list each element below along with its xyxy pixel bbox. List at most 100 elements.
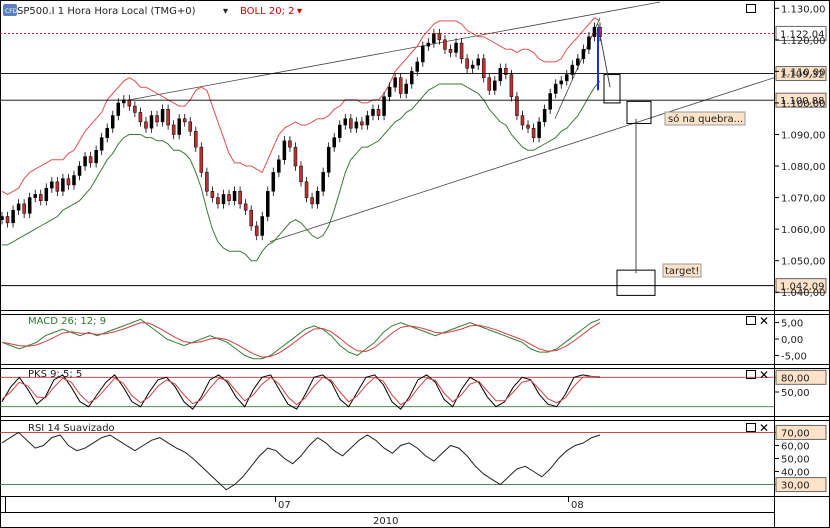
candle-body (520, 115, 525, 126)
chart-frame (0, 0, 830, 528)
candle-body (266, 191, 270, 217)
price-header[interactable]: CFD SP500.I 1 Hora Hora Local (TMG+0) ▾ … (3, 4, 302, 17)
candle-body (133, 105, 137, 113)
candle-body (509, 74, 514, 97)
annotation-quebra[interactable]: só na quebra... (668, 113, 743, 125)
macd-label[interactable]: MACD 26; 12; 9 (28, 316, 106, 327)
candle-body (304, 181, 309, 198)
candle-body (443, 39, 447, 50)
boll-label[interactable]: BOLL 20; 2 (240, 6, 295, 17)
price-ytick-label: 1.050,00 (781, 257, 826, 268)
symbol-dropdown-icon[interactable]: ▾ (223, 6, 228, 17)
price-ytick-label: 1.060,00 (781, 225, 826, 236)
candle-body (33, 194, 37, 198)
candle-body (277, 159, 281, 173)
price-ytick-label: 1.080,00 (781, 162, 826, 173)
candle-body (432, 33, 436, 44)
price-ytick-label: 1.090,00 (781, 130, 826, 141)
price-ytick-label: 1.040,00 (781, 288, 826, 299)
price-ytick-label: 1.110,00 (781, 67, 826, 78)
candle-body (282, 140, 287, 160)
candle-body (116, 102, 121, 116)
candle-body (110, 115, 115, 129)
rsi-ytick-label: 50,00 (781, 455, 810, 466)
annotation-target[interactable]: target! (665, 266, 699, 277)
candle-body (22, 203, 26, 214)
candle-body (94, 150, 98, 164)
candle-body (515, 96, 519, 116)
candle-body (343, 118, 348, 126)
candle-body (470, 64, 475, 69)
rsi-ytick-label: 60,00 (781, 441, 810, 452)
symbol-label[interactable]: SP500.I 1 Hora Hora Local (TMG+0) (17, 6, 196, 17)
candle-body (326, 146, 331, 173)
candle-body (493, 80, 497, 91)
candle-body (415, 61, 420, 72)
stoch-close-icon[interactable]: ✕ (759, 368, 769, 382)
candle-body (404, 83, 408, 94)
candle-body (216, 197, 220, 205)
pks-label[interactable]: PKS 9; 5; 5 (28, 369, 82, 380)
candle-body (182, 118, 187, 123)
candle-body (44, 187, 49, 201)
rsi-label[interactable]: RSI 14 Suavizado (28, 423, 115, 434)
candle-body (459, 42, 464, 60)
candle-body (437, 33, 442, 41)
candle-body (426, 42, 431, 47)
candle-body (39, 194, 43, 201)
boll-dropdown-icon[interactable]: ▾ (297, 6, 302, 17)
candle-body (315, 191, 320, 205)
price-ytick-label: 1.100,00 (781, 99, 826, 110)
candle-body (565, 74, 569, 82)
candle-body (166, 109, 170, 126)
candle-body (194, 131, 198, 148)
candle-body (88, 156, 93, 164)
candle-body (387, 86, 392, 97)
candle-body (393, 77, 397, 88)
candle-body (249, 209, 253, 227)
candle-body (138, 112, 143, 123)
candle-body (421, 45, 425, 63)
stoch-ytick-label: 80,00 (781, 373, 810, 384)
candle-body (160, 109, 165, 123)
candle-body (27, 197, 32, 214)
candle-body (365, 115, 370, 126)
rsi-ytick-label: 70,00 (781, 428, 810, 439)
candle-body (271, 172, 276, 192)
candle-body (382, 96, 386, 116)
candle-body (310, 197, 314, 205)
candle-body (232, 191, 237, 201)
macd-ytick-label: -5,00 (781, 351, 807, 362)
candle-body (293, 146, 298, 167)
candle-body (227, 194, 231, 201)
price-ytick-label: 1.120,00 (781, 36, 826, 47)
rsi-close-icon[interactable]: ✕ (759, 421, 769, 435)
candle-body (526, 124, 530, 129)
cfd-icon-text: CFD (5, 8, 18, 15)
macd-close-icon[interactable]: ✕ (759, 314, 769, 328)
candle-body (127, 99, 132, 107)
candle-body (498, 67, 503, 82)
candle-body (83, 156, 87, 167)
candle-body (454, 42, 458, 53)
chart-canvas: 1.122,041.109,321.100,881.042,091.130,00… (0, 0, 830, 528)
candle-body (299, 165, 303, 183)
candle-body (50, 181, 54, 189)
candle-body (221, 194, 226, 205)
candle-body (360, 121, 364, 126)
candle-body (205, 172, 209, 192)
candle-body (332, 137, 336, 148)
candle-body (531, 127, 536, 138)
candle-body (398, 77, 403, 94)
candle-body (171, 124, 176, 135)
candle-body (338, 124, 342, 138)
candle-body (199, 146, 204, 173)
candle-body (55, 181, 60, 192)
price-ytick-label: 1.070,00 (781, 194, 826, 205)
candle-body (66, 178, 71, 186)
price-ytick-label: 1.130,00 (781, 4, 826, 15)
candle-body (288, 140, 292, 148)
candle-body (481, 58, 486, 78)
candle-body (548, 93, 552, 110)
candle-body (260, 216, 264, 236)
